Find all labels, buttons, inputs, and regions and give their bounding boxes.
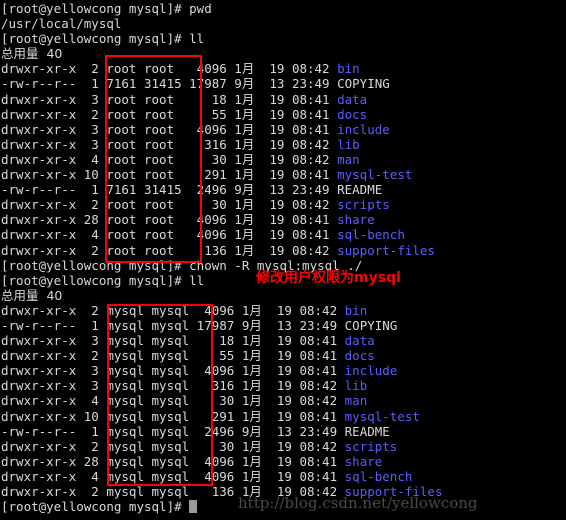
listing-row-meta: drwxr-xr-x 3 root root 4096 1月 19 08:41 bbox=[1, 121, 338, 137]
listing-row: -rw-r--r-- 1 7161 31415 17987 9月 13 23:4… bbox=[1, 76, 566, 91]
listing-row: drwxr-xr-x 2 mysql mysql 4096 1月 19 08:4… bbox=[1, 303, 566, 318]
listing-row-meta: drwxr-xr-x 3 mysql mysql 316 1月 19 08:42 bbox=[1, 378, 345, 394]
listing-entry-name: COPYING bbox=[337, 76, 390, 92]
listing-entry-name: README bbox=[344, 423, 390, 439]
listing-entry-name: lib bbox=[337, 136, 360, 152]
shell-prompt: [root@yellowcong mysql]# bbox=[1, 31, 190, 47]
listing-row-meta: -rw-r--r-- 1 7161 31415 17987 9月 13 23:4… bbox=[1, 76, 338, 92]
listing-entry-name: lib bbox=[344, 378, 368, 394]
listing-row: -rw-r--r-- 1 mysql mysql 2496 9月 13 23:4… bbox=[1, 424, 566, 439]
listing-row-meta: drwxr-xr-x 2 root root 30 1月 19 08:42 bbox=[1, 197, 338, 213]
listing-row: -rw-r--r-- 1 7161 31415 2496 9月 13 23:49… bbox=[1, 182, 566, 197]
listing-row: drwxr-xr-x 2 root root 55 1月 19 08:41 do… bbox=[1, 107, 566, 122]
watermark-url: http://blog.csdn.net/yellowcong bbox=[238, 494, 478, 512]
listing-row: drwxr-xr-x 2 mysql mysql 30 1月 19 08:42 … bbox=[1, 439, 566, 454]
listing-entry-name: mysql-test bbox=[344, 408, 420, 424]
annotation-chown-note: 修改用户权限为mysql bbox=[256, 270, 401, 286]
command-pwd: pwd bbox=[189, 1, 212, 16]
listing-row-meta: drwxr-xr-x 28 root root 4096 1月 19 08:41 bbox=[1, 212, 338, 228]
listing-row: drwxr-xr-x 3 mysql mysql 316 1月 19 08:42… bbox=[1, 378, 566, 393]
listing-row-meta: drwxr-xr-x 4 root root 30 1月 19 08:42 bbox=[1, 151, 338, 167]
listing-row-meta: drwxr-xr-x 10 root root 291 1月 19 08:41 bbox=[1, 167, 338, 183]
listing-entry-name: bin bbox=[337, 61, 360, 77]
listing-row: drwxr-xr-x 4 mysql mysql 4096 1月 19 08:4… bbox=[1, 469, 566, 484]
command-ll-second: ll bbox=[189, 272, 205, 288]
listing-row-meta: -rw-r--r-- 1 7161 31415 2496 9月 13 23:49 bbox=[1, 182, 338, 198]
listing-entry-name: scripts bbox=[344, 438, 398, 454]
listing-row-meta: drwxr-xr-x 28 mysql mysql 4096 1月 19 08:… bbox=[1, 453, 345, 469]
listing-row: drwxr-xr-x 4 root root 30 1月 19 08:42 ma… bbox=[1, 152, 566, 167]
shell-prompt: [root@yellowcong mysql]# bbox=[1, 272, 190, 288]
listing-row-meta: drwxr-xr-x 3 root root 18 1月 19 08:41 bbox=[1, 91, 338, 107]
block-cursor bbox=[189, 500, 198, 514]
listing-entry-name: man bbox=[344, 393, 368, 409]
total-label-root: 总用量 40 bbox=[1, 46, 63, 62]
listing-row-meta: drwxr-xr-x 3 mysql mysql 18 1月 19 08:41 bbox=[1, 333, 345, 349]
terminal-line-prompt-pwd: [root@yellowcong mysql]# pwd bbox=[1, 1, 566, 16]
listing-row: drwxr-xr-x 2 root root 30 1月 19 08:42 sc… bbox=[1, 197, 566, 212]
listing-row: drwxr-xr-x 3 mysql mysql 4096 1月 19 08:4… bbox=[1, 363, 566, 378]
listing-entry-name: man bbox=[337, 151, 360, 167]
listing-row-meta: drwxr-xr-x 3 root root 316 1月 19 08:42 bbox=[1, 136, 338, 152]
listing-entry-name: share bbox=[337, 212, 375, 228]
listing-row: drwxr-xr-x 3 mysql mysql 18 1月 19 08:41 … bbox=[1, 333, 566, 348]
listing-entry-name: COPYING bbox=[344, 317, 398, 333]
listing-entry-name: include bbox=[344, 363, 398, 379]
listing-row-meta: -rw-r--r-- 1 mysql mysql 2496 9月 13 23:4… bbox=[1, 423, 345, 439]
listing-row-meta: drwxr-xr-x 2 mysql mysql 55 1月 19 08:41 bbox=[1, 348, 345, 364]
terminal-screen: [root@yellowcong mysql]# pwd /usr/local/… bbox=[0, 0, 566, 514]
listing-entry-name: mysql-test bbox=[337, 167, 413, 183]
listing-row-meta: drwxr-xr-x 4 mysql mysql 4096 1月 19 08:4… bbox=[1, 468, 345, 484]
pwd-output: /usr/local/mysql bbox=[1, 16, 122, 32]
listing-row-meta: drwxr-xr-x 2 root root 4096 1月 19 08:42 bbox=[1, 61, 338, 77]
shell-prompt: [root@yellowcong mysql]# bbox=[1, 257, 190, 273]
listing-row: drwxr-xr-x 3 root root 4096 1月 19 08:41 … bbox=[1, 122, 566, 137]
listing-row: drwxr-xr-x 3 root root 316 1月 19 08:42 l… bbox=[1, 137, 566, 152]
listing-entry-name: include bbox=[337, 121, 390, 137]
shell-prompt: [root@yellowcong mysql]# bbox=[1, 1, 190, 16]
listing-row: drwxr-xr-x 2 root root 4096 1月 19 08:42 … bbox=[1, 61, 566, 76]
listing-row: drwxr-xr-x 4 mysql mysql 30 1月 19 08:42 … bbox=[1, 393, 566, 408]
terminal-window[interactable]: http://blog.csdn.net/yellowcong [root@ye… bbox=[0, 0, 566, 520]
listing-entry-name: sql-bench bbox=[337, 227, 405, 243]
terminal-line-prompt-ll-first: [root@yellowcong mysql]# ll bbox=[1, 31, 566, 46]
listing-row-meta: drwxr-xr-x 4 root root 4096 1月 19 08:41 bbox=[1, 227, 338, 243]
listing-entry-name: README bbox=[337, 182, 383, 198]
listing-entry-name: share bbox=[344, 453, 383, 469]
listing-row-meta: drwxr-xr-x 3 mysql mysql 4096 1月 19 08:4… bbox=[1, 363, 345, 379]
listing-row: drwxr-xr-x 2 root root 136 1月 19 08:42 s… bbox=[1, 243, 566, 258]
command-ll-first: ll bbox=[189, 31, 205, 47]
listing-entry-name: bin bbox=[344, 302, 368, 318]
listing-row-meta: drwxr-xr-x 2 root root 136 1月 19 08:42 bbox=[1, 242, 338, 258]
listing-row: drwxr-xr-x 4 root root 4096 1月 19 08:41 … bbox=[1, 227, 566, 242]
listing-row: drwxr-xr-x 10 root root 291 1月 19 08:41 … bbox=[1, 167, 566, 182]
listing-entry-name: data bbox=[344, 333, 375, 349]
listing-row: -rw-r--r-- 1 mysql mysql 17987 9月 13 23:… bbox=[1, 318, 566, 333]
listing-entry-name: docs bbox=[344, 348, 375, 364]
listing-row: drwxr-xr-x 28 root root 4096 1月 19 08:41… bbox=[1, 212, 566, 227]
listing-entry-name: sql-bench bbox=[344, 468, 413, 484]
listing-row-meta: drwxr-xr-x 10 mysql mysql 291 1月 19 08:4… bbox=[1, 408, 345, 424]
listing-row-meta: drwxr-xr-x 2 root root 55 1月 19 08:41 bbox=[1, 106, 338, 122]
listing-row: drwxr-xr-x 28 mysql mysql 4096 1月 19 08:… bbox=[1, 454, 566, 469]
shell-prompt: [root@yellowcong mysql]# bbox=[1, 499, 190, 515]
listing-row: drwxr-xr-x 2 mysql mysql 55 1月 19 08:41 … bbox=[1, 348, 566, 363]
listing-entry-name: scripts bbox=[337, 197, 390, 213]
total-label-mysql: 总用量 40 bbox=[1, 287, 63, 303]
listing-root: drwxr-xr-x 2 root root 4096 1月 19 08:42 … bbox=[1, 61, 566, 257]
listing-row: drwxr-xr-x 3 root root 18 1月 19 08:41 da… bbox=[1, 92, 566, 107]
listing-entry-name: docs bbox=[337, 106, 368, 122]
listing-row-meta: drwxr-xr-x 4 mysql mysql 30 1月 19 08:42 bbox=[1, 393, 345, 409]
listing-row-meta: drwxr-xr-x 2 mysql mysql 30 1月 19 08:42 bbox=[1, 438, 345, 454]
listing-entry-name: data bbox=[337, 91, 368, 107]
listing-mysql: drwxr-xr-x 2 mysql mysql 4096 1月 19 08:4… bbox=[1, 303, 566, 499]
listing-row-meta: -rw-r--r-- 1 mysql mysql 17987 9月 13 23:… bbox=[1, 317, 345, 333]
listing-row-meta: drwxr-xr-x 2 mysql mysql 4096 1月 19 08:4… bbox=[1, 302, 345, 318]
listing-entry-name: support-files bbox=[337, 242, 435, 258]
listing-row: drwxr-xr-x 10 mysql mysql 291 1月 19 08:4… bbox=[1, 409, 566, 424]
